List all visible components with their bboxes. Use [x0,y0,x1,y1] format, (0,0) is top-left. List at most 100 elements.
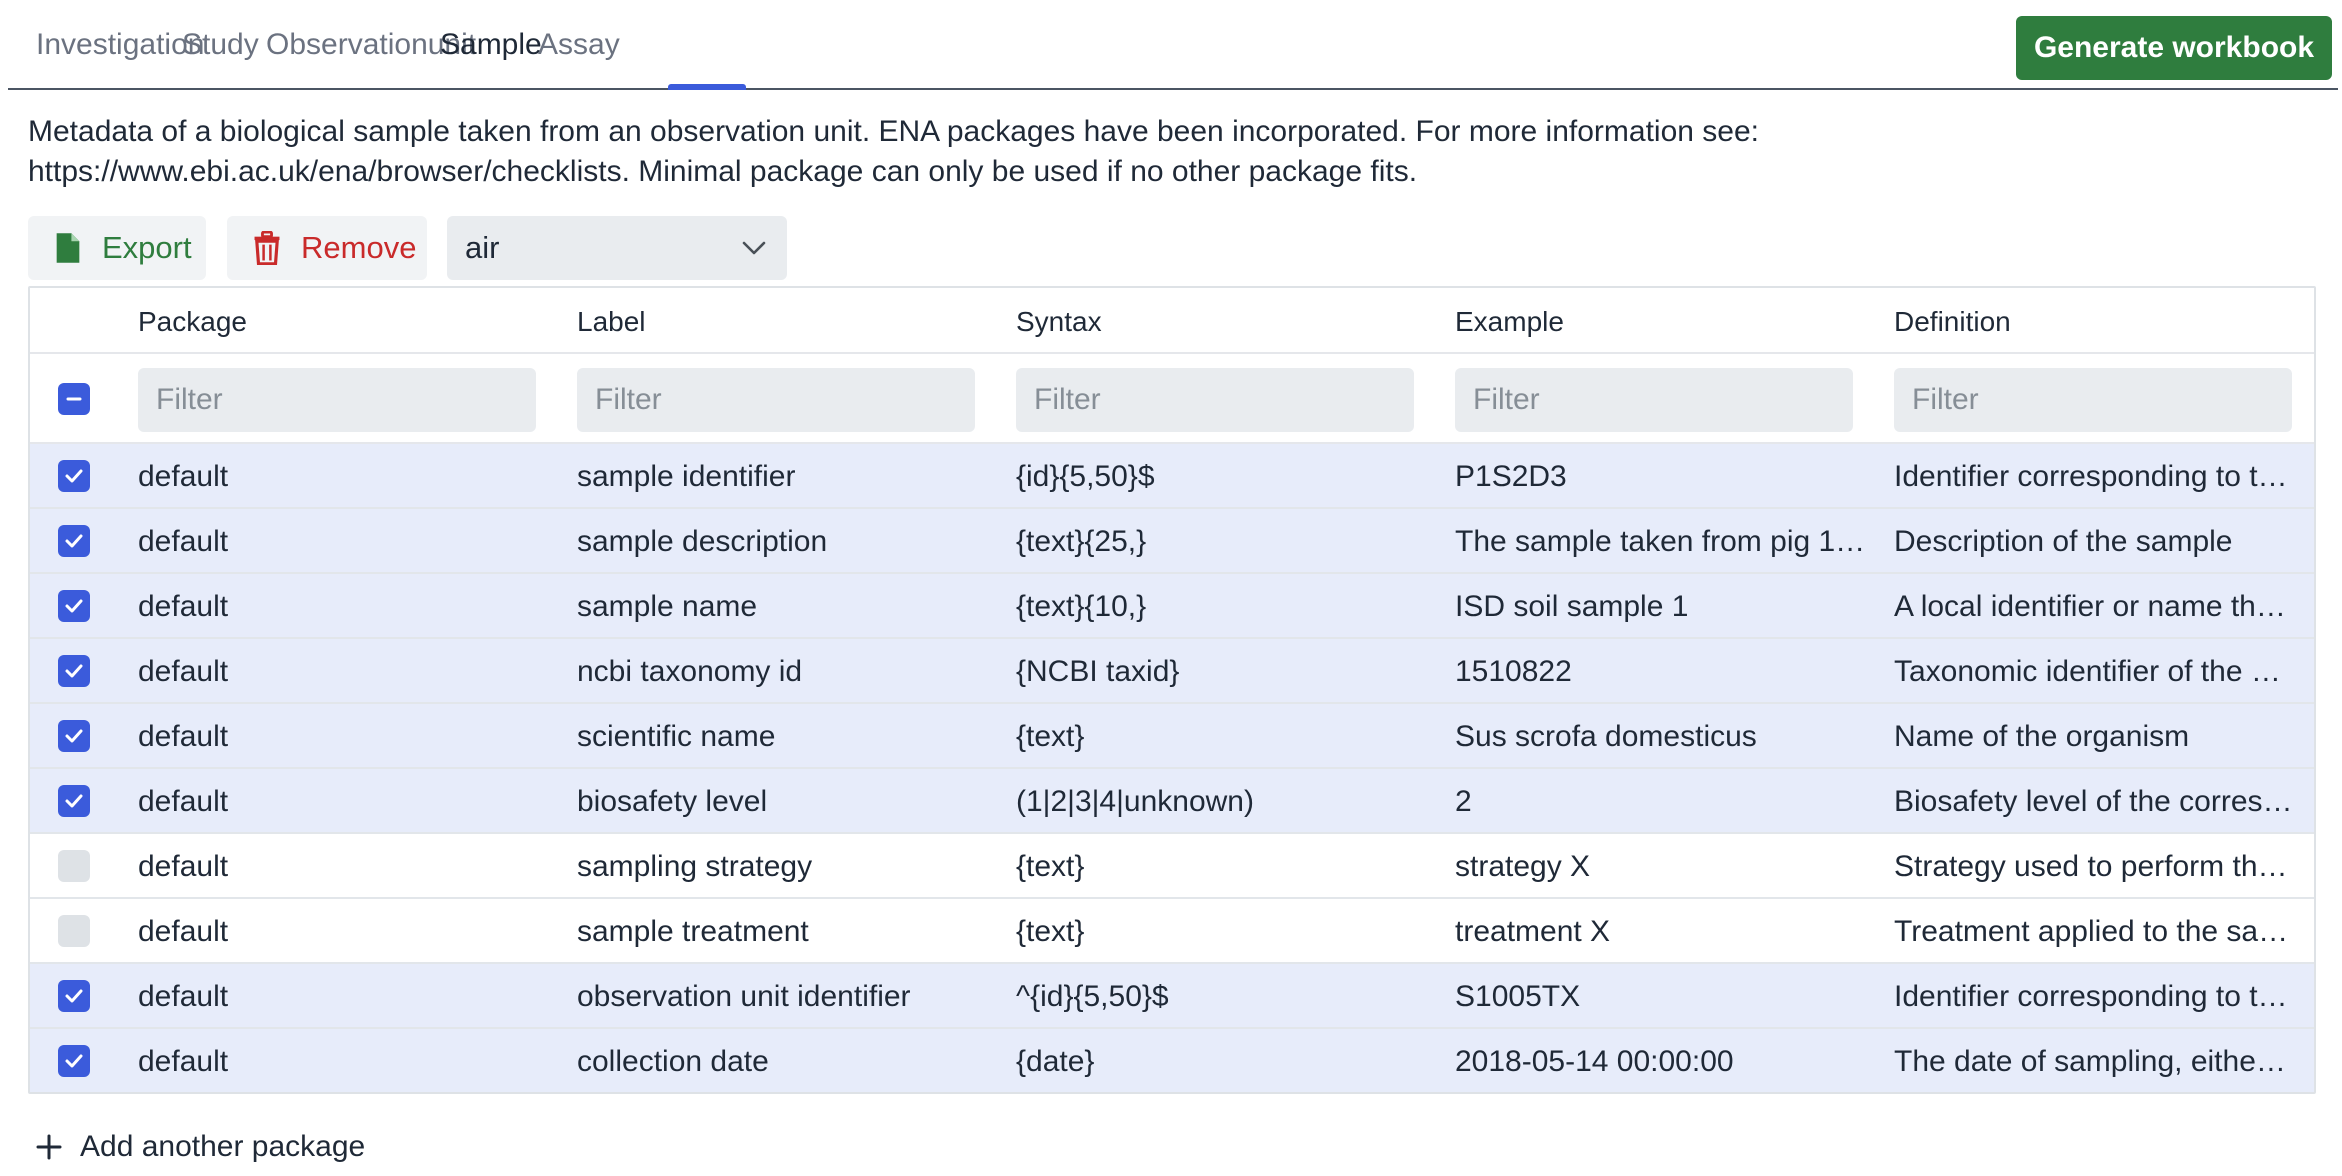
cell-example: S1005TX [1455,980,1581,1013]
cell-syntax: ^{id}{5,50}$ [1016,980,1169,1013]
table-row[interactable]: default sample description {text}{25,} The … [30,509,2314,574]
cell-label: scientific name [577,720,776,753]
active-tab-indicator [668,84,746,90]
export-button[interactable]: Export [28,216,206,280]
cell-example: strategy X [1455,850,1591,883]
cell-label: ncbi taxonomy id [577,655,803,688]
cell-definition: Name of the organism [1894,720,2190,753]
cell-example: 1510822 [1455,655,1572,688]
cell-package: default [138,590,229,623]
tab-sample[interactable]: Sample [440,28,542,62]
cell-example: 2018-05-14 00:00:00 [1455,1045,1734,1078]
cell-label: sampling strategy [577,850,813,883]
cell-package: default [138,655,229,688]
row-checkbox[interactable] [58,590,90,622]
cell-definition: Strategy used to perform th… [1894,850,2288,883]
cell-syntax: {text} [1016,915,1085,948]
cell-label: biosafety level [577,785,768,818]
select-all-checkbox[interactable] [58,383,90,415]
row-checkbox[interactable] [58,1045,90,1077]
cell-label: collection date [577,1045,769,1078]
cell-example: The sample taken from pig 1… [1455,525,1866,558]
filter-label-input[interactable] [577,368,975,432]
cell-label: observation unit identifier [577,980,911,1013]
table-row[interactable]: default observation unit identifier ^{id}{… [30,964,2314,1029]
tab-study[interactable]: Study [182,28,259,62]
add-package-label: Add another package [80,1130,366,1163]
row-checkbox[interactable] [58,785,90,817]
check-icon [65,989,83,1003]
cell-example: ISD soil sample 1 [1455,590,1689,623]
cell-package: default [138,525,229,558]
table-row[interactable]: default collection date {date} 2018-05-14 0… [30,1029,2314,1092]
cell-definition: Identifier corresponding to t… [1894,460,2288,493]
cell-package: default [138,980,229,1013]
cell-syntax: {id}{5,50}$ [1016,460,1155,493]
row-checkbox[interactable] [58,655,90,687]
remove-button[interactable]: Remove [227,216,427,280]
cell-label: sample treatment [577,915,809,948]
filter-row [30,354,2314,444]
check-icon [65,599,83,613]
row-checkbox[interactable] [58,980,90,1012]
filter-syntax-input[interactable] [1016,368,1414,432]
cell-package: default [138,1045,229,1078]
row-checkbox[interactable] [58,915,90,947]
filter-definition-input[interactable] [1894,368,2292,432]
cell-package: default [138,720,229,753]
column-header-label[interactable]: Label [577,306,646,338]
check-icon [65,794,83,808]
tab-assay[interactable]: Assay [538,28,620,62]
row-checkbox[interactable] [58,525,90,557]
table-row[interactable]: default ncbi taxonomy id {NCBI taxid} 15108… [30,639,2314,704]
filter-package-input[interactable] [138,368,536,432]
cell-definition: A local identifier or name tha… [1894,590,2294,623]
row-checkbox[interactable] [58,850,90,882]
cell-example: P1S2D3 [1455,460,1567,493]
column-header-syntax[interactable]: Syntax [1016,306,1102,338]
column-header-definition[interactable]: Definition [1894,306,2011,338]
cell-example: treatment X [1455,915,1611,948]
cell-example: Sus scrofa domesticus [1455,720,1757,753]
table-row[interactable]: default biosafety level (1|2|3|4|unknown) 2… [30,769,2314,834]
table-row[interactable]: default sampling strategy {text} strategy X… [30,834,2314,899]
table-row[interactable]: default scientific name {text} Sus scrofa d… [30,704,2314,769]
table-row[interactable]: default sample treatment {text} treatment X… [30,899,2314,964]
remove-label: Remove [301,230,417,265]
cell-definition: Description of the sample [1894,525,2233,558]
export-label: Export [102,230,192,265]
package-select[interactable]: air [447,216,787,280]
fields-table: Package Label Syntax Example Definition … [28,286,2316,1094]
table-row[interactable]: default sample name {text}{10,} ISD soil sa… [30,574,2314,639]
check-icon [65,729,83,743]
cell-definition: Treatment applied to the sa… [1894,915,2289,948]
cell-package: default [138,850,229,883]
cell-syntax: {text} [1016,720,1085,753]
generate-workbook-button[interactable]: Generate workbook [2016,16,2332,80]
cell-syntax: {date} [1016,1045,1095,1078]
package-select-value: air [465,230,500,265]
minus-icon [66,397,82,401]
add-package-button[interactable]: Add another package [36,1130,365,1164]
table-row[interactable]: default sample identifier {id}{5,50}$ P1S2D… [30,444,2314,509]
cell-label: sample name [577,590,758,623]
row-checkbox[interactable] [58,720,90,752]
filter-example-input[interactable] [1455,368,1853,432]
column-header-example[interactable]: Example [1455,306,1564,338]
cell-syntax: {text}{10,} [1016,590,1147,623]
row-checkbox[interactable] [58,460,90,492]
cell-syntax: (1|2|3|4|unknown) [1016,785,1254,818]
cell-definition: Identifier corresponding to t… [1894,980,2288,1013]
cell-definition: The date of sampling, either … [1894,1045,2294,1078]
cell-syntax: {NCBI taxid} [1016,655,1180,688]
column-header-package[interactable]: Package [138,306,247,338]
table-header: Package Label Syntax Example Definition [30,288,2314,354]
cell-package: default [138,785,229,818]
file-icon [56,233,80,263]
tab-investigation[interactable]: Investigation [36,28,204,62]
cell-syntax: {text}{25,} [1016,525,1147,558]
check-icon [65,469,83,483]
plus-icon [36,1134,62,1160]
chevron-down-icon [742,241,766,255]
check-icon [65,664,83,678]
